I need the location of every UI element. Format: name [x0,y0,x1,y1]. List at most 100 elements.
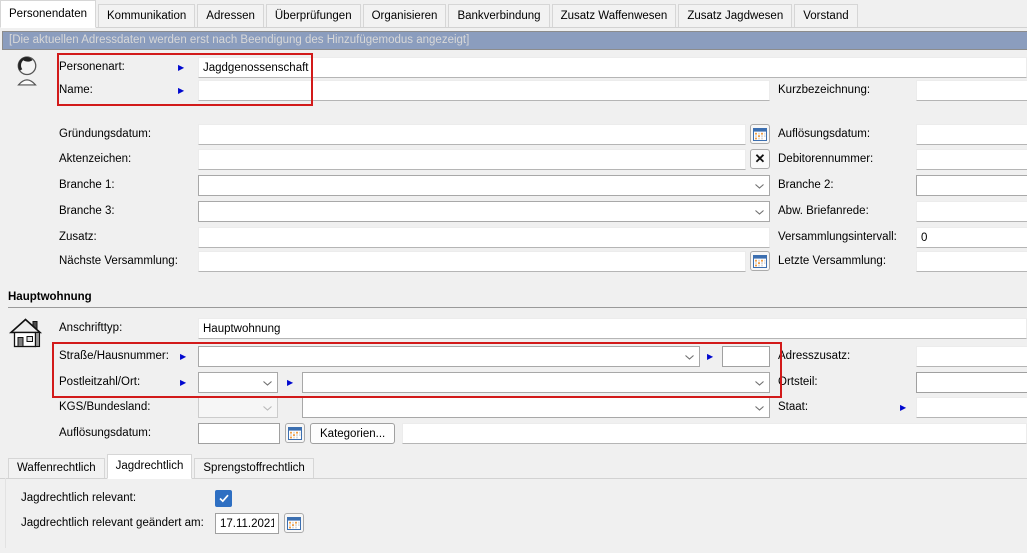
row-name: Name: ▶ Kurzbezeichnung: [0,80,1027,102]
versammlungsintervall-label: Versammlungsintervall: [778,227,897,248]
tab-kommunikation[interactable]: Kommunikation [98,4,195,27]
naechste-versammlung-input[interactable] [198,251,746,272]
calendar-icon [288,427,302,440]
calendar-button[interactable] [285,423,305,443]
top-tab-bar: Personendaten Kommunikation Adressen Übe… [0,0,1027,28]
tab-organisieren[interactable]: Organisieren [363,4,447,27]
name-input[interactable] [198,80,770,101]
branche3-label: Branche 3: [59,201,115,222]
jagd-relevant-label: Jagdrechtlich relevant: [21,488,136,509]
plz-dropdown[interactable] [198,372,278,393]
personenart-input[interactable] [198,57,1027,78]
branche2-dropdown[interactable] [916,175,1027,196]
aktenzeichen-label: Aktenzeichen: [59,149,131,170]
personendaten-window: Personendaten Kommunikation Adressen Übe… [0,0,1027,553]
plz-ort-label: Postleitzahl/Ort: [59,372,140,393]
link-arrow-icon[interactable]: ▶ [178,57,184,78]
anschrifttyp-label: Anschrifttyp: [59,318,122,339]
chevron-down-icon [755,184,764,189]
zusatz-input[interactable] [198,227,770,248]
adresszusatz-input[interactable] [916,346,1027,367]
staat-input[interactable] [916,397,1027,418]
tab-sprengstoffrechtlich[interactable]: Sprengstoffrechtlich [194,458,313,478]
calendar-button[interactable] [750,124,770,144]
tab-personendaten[interactable]: Personendaten [0,0,96,28]
ortsteil-input[interactable] [916,372,1027,393]
clear-icon: ✕ [755,151,766,167]
calendar-button[interactable] [284,513,304,533]
tab-jagdrechtlich[interactable]: Jagdrechtlich [107,454,193,479]
link-arrow-icon[interactable]: ▶ [178,80,184,101]
aufloesungsdatum-label: Auflösungsdatum: [778,124,870,145]
jagd-geaendert-label: Jagdrechtlich relevant geändert am: [21,513,204,534]
strasse-dropdown[interactable] [198,346,700,367]
calendar-icon [287,517,301,530]
kategorien-button[interactable]: Kategorien... [310,423,395,444]
adresse-aufloesungsdatum-label: Auflösungsdatum: [59,423,151,444]
kurzbezeichnung-input[interactable] [916,80,1027,101]
staat-label: Staat: [778,397,808,418]
kategorien-input[interactable] [402,423,1027,444]
row-personenart: Personenart: ▶ [0,57,1027,79]
tab-zusatz-jagdwesen[interactable]: Zusatz Jagdwesen [678,4,792,27]
naechste-versammlung-label: Nächste Versammlung: [59,251,178,272]
row-zusatz: Zusatz: Versammlungsintervall: [0,227,1027,249]
gruendungsdatum-input[interactable] [198,124,746,145]
tab-adressen[interactable]: Adressen [197,4,264,27]
hausnummer-input[interactable] [722,346,770,367]
link-arrow-icon[interactable]: ▶ [287,372,293,393]
tab-vorstand[interactable]: Vorstand [794,4,857,27]
row-anschrifttyp: Anschrifttyp: [0,318,1027,340]
chevron-down-icon [263,381,272,386]
link-arrow-icon[interactable]: ▶ [180,346,186,367]
row-kgs: KGS/Bundesland: Staat: ▶ [0,397,1027,419]
letzte-versammlung-label: Letzte Versammlung: [778,251,886,272]
versammlungsintervall-input[interactable] [916,227,1027,248]
aktenzeichen-input[interactable] [198,149,746,170]
row-aktenzeichen: Aktenzeichen: ✕ Debitorennummer: [0,149,1027,171]
row-jagd-relevant: Jagdrechtlich relevant: [0,488,1027,510]
ortsteil-label: Ortsteil: [778,372,818,393]
chevron-down-icon [755,406,764,411]
branche3-dropdown[interactable] [198,201,770,222]
clear-button[interactable]: ✕ [750,149,770,169]
name-label: Name: [59,80,93,101]
bundesland-dropdown[interactable] [302,397,770,418]
row-naechste-versammlung: Nächste Versammlung: Letzte Versammlung: [0,251,1027,273]
calendar-button[interactable] [750,251,770,271]
jagd-geaendert-date-input[interactable] [215,513,279,534]
row-strasse: Straße/Hausnummer: ▶ ▶ Adresszusatz: [0,346,1027,368]
abw-briefanrede-label: Abw. Briefanrede: [778,201,869,222]
tab-ueberpruefungen[interactable]: Überprüfungen [266,4,361,27]
ort-dropdown[interactable] [302,372,770,393]
link-arrow-icon[interactable]: ▶ [707,346,713,367]
row-branche1: Branche 1: Branche 2: [0,175,1027,197]
adresszusatz-label: Adresszusatz: [778,346,850,367]
personenart-label: Personenart: [59,57,125,78]
branche1-dropdown[interactable] [198,175,770,196]
chevron-down-icon [685,355,694,360]
debitorennummer-input[interactable] [916,149,1027,170]
calendar-icon [753,255,767,268]
anschrifttyp-input[interactable] [198,318,1027,339]
link-arrow-icon[interactable]: ▶ [180,372,186,393]
kgs-label: KGS/Bundesland: [59,397,150,418]
kgs-dropdown[interactable] [198,397,278,418]
link-arrow-icon[interactable]: ▶ [900,397,906,418]
abw-briefanrede-input[interactable] [916,201,1027,222]
chevron-down-icon [755,210,764,215]
hint-banner: [Die aktuellen Adressdaten werden erst n… [2,31,1027,50]
tab-waffenrechtlich[interactable]: Waffenrechtlich [8,458,105,478]
tab-zusatz-waffenwesen[interactable]: Zusatz Waffenwesen [552,4,677,27]
tab-bankverbindung[interactable]: Bankverbindung [448,4,549,27]
kurzbezeichnung-label: Kurzbezeichnung: [778,80,870,101]
strasse-label: Straße/Hausnummer: [59,346,169,367]
row-branche3: Branche 3: Abw. Briefanrede: [0,201,1027,223]
letzte-versammlung-input[interactable] [916,251,1027,272]
chevron-down-icon [263,406,272,411]
adresse-aufloesungsdatum-input[interactable] [198,423,280,444]
debitorennummer-label: Debitorennummer: [778,149,873,170]
jagd-relevant-checkbox[interactable] [215,490,232,507]
branche1-label: Branche 1: [59,175,115,196]
aufloesungsdatum-input[interactable] [916,124,1027,145]
